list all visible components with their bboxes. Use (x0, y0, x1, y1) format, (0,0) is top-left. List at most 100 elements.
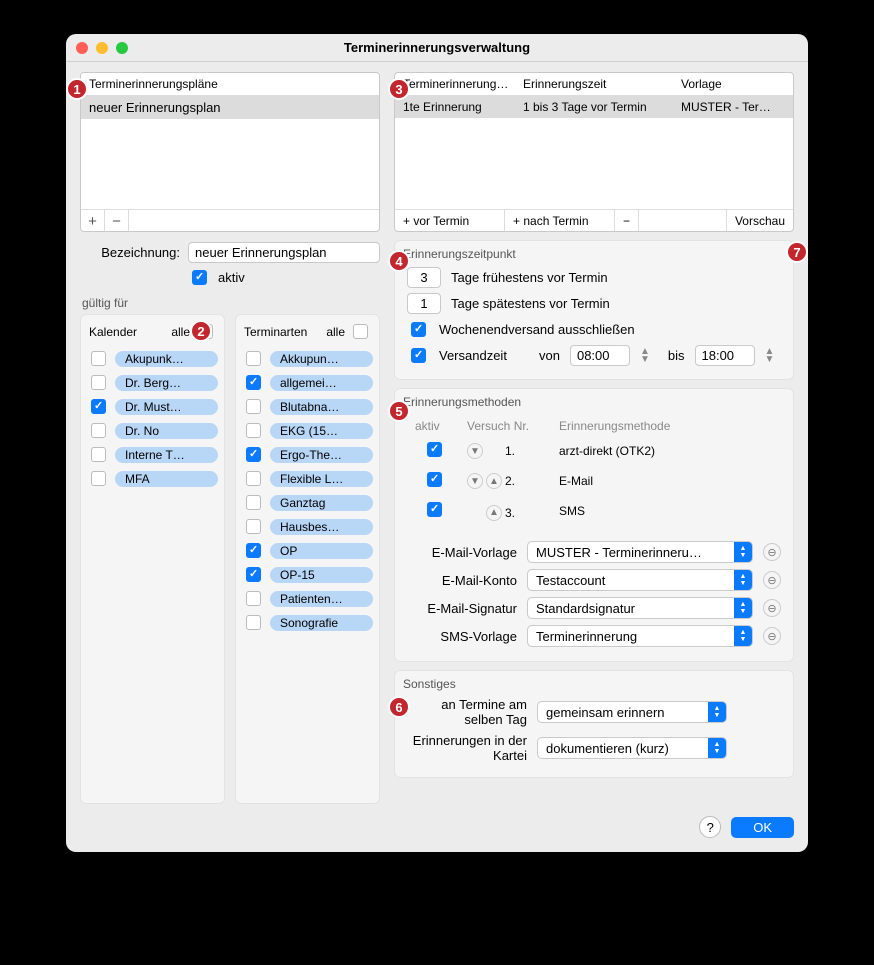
methode-aktiv-checkbox[interactable] (427, 442, 442, 457)
kalender-title: Kalender (89, 325, 137, 339)
terminart-item[interactable]: EKG (15… (242, 420, 373, 441)
add-vor-termin-button[interactable]: + vor Termin (395, 210, 505, 231)
terminart-item-checkbox[interactable] (246, 495, 261, 510)
terminart-item-label: OP-15 (270, 567, 373, 583)
terminart-item[interactable]: OP (242, 540, 373, 561)
wochenende-checkbox[interactable] (411, 322, 426, 337)
terminart-item[interactable]: Akkupun… (242, 348, 373, 369)
config-select[interactable]: Terminerinnerung▲▼ (527, 625, 753, 647)
config-select[interactable]: Testaccount▲▼ (527, 569, 753, 591)
kalender-item[interactable]: Dr. Must… (87, 396, 218, 417)
kalender-item-checkbox[interactable] (91, 471, 106, 486)
methode-aktiv-checkbox[interactable] (427, 472, 442, 487)
arrow-up-icon[interactable]: ▲ (486, 473, 502, 489)
col-aktiv: aktiv (409, 417, 459, 435)
terminart-item[interactable]: Hausbes… (242, 516, 373, 537)
col-erinnerungszeit[interactable]: Erinnerungszeit (515, 73, 673, 95)
bezeichnung-input[interactable] (188, 242, 380, 263)
terminart-item[interactable]: allgemei… (242, 372, 373, 393)
sameday-select[interactable]: gemeinsam erinnern ▲▼ (537, 701, 727, 723)
arrow-up-icon[interactable]: ▲ (486, 505, 502, 521)
terminart-item-checkbox[interactable] (246, 591, 261, 606)
kalender-item-checkbox[interactable] (91, 447, 106, 462)
kalender-item-checkbox[interactable] (91, 399, 106, 414)
terminart-item-checkbox[interactable] (246, 471, 261, 486)
config-select[interactable]: MUSTER - Terminerinneru…▲▼ (527, 541, 753, 563)
help-button[interactable]: ? (699, 816, 721, 838)
terminart-item[interactable]: Ergo-The… (242, 444, 373, 465)
kalender-item-checkbox[interactable] (91, 423, 106, 438)
terminart-item-checkbox[interactable] (246, 567, 261, 582)
kalender-item[interactable]: Interne T… (87, 444, 218, 465)
spat-input[interactable] (407, 293, 441, 314)
kalender-item[interactable]: Akupunk… (87, 348, 218, 369)
kalender-item[interactable]: Dr. No (87, 420, 218, 441)
kalender-item-label: Akupunk… (115, 351, 218, 367)
remove-plan-button[interactable]: − (105, 210, 129, 232)
terminart-item-checkbox[interactable] (246, 375, 261, 390)
minus-circle-icon[interactable]: ⊖ (763, 571, 781, 589)
kalender-item[interactable]: MFA (87, 468, 218, 489)
stepper-icon[interactable]: ▲▼ (765, 348, 775, 364)
config-label: E-Mail-Konto (407, 573, 517, 588)
methode-nr: 2. (505, 474, 515, 488)
kalender-item-checkbox[interactable] (91, 351, 106, 366)
terminart-item-checkbox[interactable] (246, 615, 261, 630)
col-terminerinnerung[interactable]: Terminerinnerung… (395, 73, 515, 95)
annotation-badge: 1 (66, 78, 88, 100)
terminart-item-label: Sonografie (270, 615, 373, 631)
config-select[interactable]: Standardsignatur▲▼ (527, 597, 753, 619)
terminart-item[interactable]: Patienten… (242, 588, 373, 609)
arrow-down-icon[interactable]: ▼ (467, 443, 483, 459)
config-value: MUSTER - Terminerinneru… (536, 545, 702, 560)
fruh-input[interactable] (407, 267, 441, 288)
plans-footer: + − (81, 209, 379, 231)
bezeichnung-label: Bezeichnung: (80, 245, 180, 260)
kalender-item[interactable]: Dr. Berg… (87, 372, 218, 393)
minus-circle-icon[interactable]: ⊖ (763, 627, 781, 645)
terminart-item[interactable]: Blutabna… (242, 396, 373, 417)
reminder-row[interactable]: 1te Erinnerung 1 bis 3 Tage vor Termin M… (395, 96, 793, 118)
stepper-icon[interactable]: ▲▼ (640, 348, 650, 364)
add-nach-termin-button[interactable]: + nach Termin (505, 210, 615, 231)
kalender-item-checkbox[interactable] (91, 375, 106, 390)
window: Terminerinnerungsverwaltung 1 2 3 4 5 6 … (66, 34, 808, 852)
plan-row[interactable]: neuer Erinnerungsplan (81, 96, 379, 119)
terminart-item-label: Akkupun… (270, 351, 373, 367)
terminart-item-checkbox[interactable] (246, 519, 261, 534)
kartei-label: Erinnerungen in der Kartei (407, 733, 527, 763)
terminart-item-checkbox[interactable] (246, 543, 261, 558)
terminart-item-checkbox[interactable] (246, 447, 261, 462)
methode-aktiv-checkbox[interactable] (427, 502, 442, 517)
config-value: Standardsignatur (536, 601, 635, 616)
aktiv-checkbox[interactable] (192, 270, 207, 285)
terminart-item[interactable]: Sonografie (242, 612, 373, 633)
minus-circle-icon[interactable]: ⊖ (763, 543, 781, 561)
gueltig-label: gültig für (82, 296, 380, 310)
versandzeit-checkbox[interactable] (411, 348, 426, 363)
terminart-item-checkbox[interactable] (246, 351, 261, 366)
chevron-updown-icon: ▲▼ (708, 738, 726, 758)
remove-reminder-button[interactable]: − (615, 210, 639, 231)
plans-body[interactable]: neuer Erinnerungsplan (81, 96, 379, 209)
bis-input[interactable] (695, 345, 755, 366)
terminarten-alle-checkbox[interactable] (353, 324, 368, 339)
terminart-item-checkbox[interactable] (246, 399, 261, 414)
methode-name: SMS (553, 497, 779, 525)
terminart-item[interactable]: Flexible L… (242, 468, 373, 489)
methode-nr: 1. (505, 444, 515, 458)
terminarten-title: Terminarten (244, 325, 307, 339)
arrow-down-icon[interactable]: ▼ (467, 473, 483, 489)
ok-button[interactable]: OK (731, 817, 794, 838)
add-plan-button[interactable]: + (81, 210, 105, 232)
col-vorlage[interactable]: Vorlage (673, 73, 793, 95)
minus-circle-icon[interactable]: ⊖ (763, 599, 781, 617)
terminart-item[interactable]: OP-15 (242, 564, 373, 585)
terminart-item[interactable]: Ganztag (242, 492, 373, 513)
terminart-item-checkbox[interactable] (246, 423, 261, 438)
chevron-updown-icon: ▲▼ (734, 570, 752, 590)
col-methode: Erinnerungsmethode (553, 417, 779, 435)
kartei-select[interactable]: dokumentieren (kurz) ▲▼ (537, 737, 727, 759)
preview-button[interactable]: Vorschau (726, 210, 793, 231)
von-input[interactable] (570, 345, 630, 366)
